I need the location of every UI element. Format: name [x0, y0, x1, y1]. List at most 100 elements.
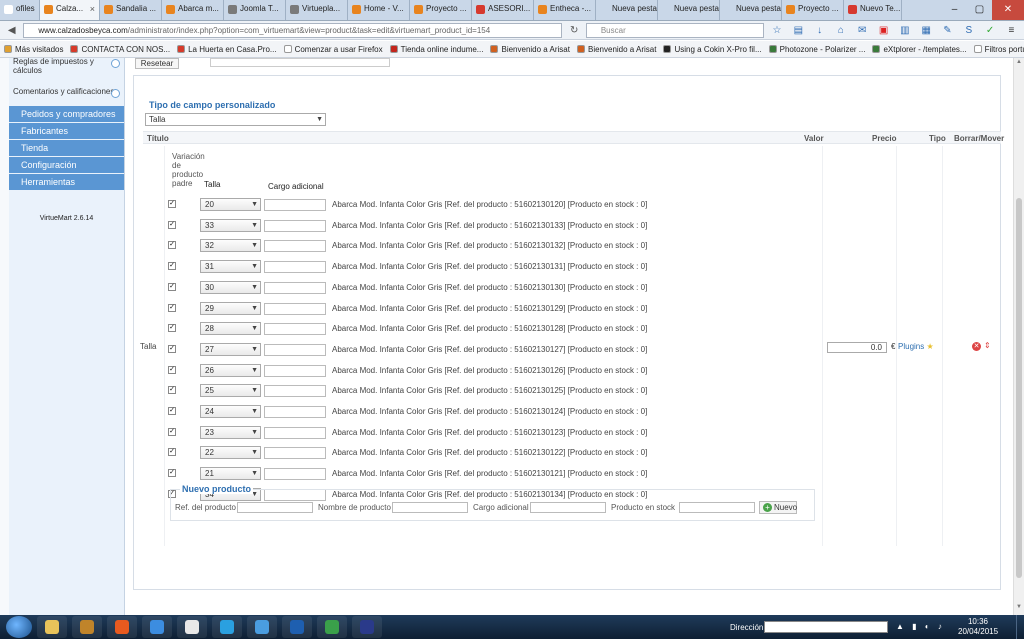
field-type-select[interactable]: Talla ▼: [145, 113, 326, 126]
check-icon[interactable]: ✓: [981, 25, 998, 36]
bookmark-item[interactable]: Tienda online indume...: [389, 45, 483, 54]
taskbar-app[interactable]: [317, 616, 347, 638]
variant-checkbox[interactable]: ✓: [168, 303, 176, 312]
variant-checkbox[interactable]: ✓: [168, 386, 176, 395]
additional-charge-input[interactable]: [264, 364, 326, 377]
browser-tab[interactable]: Sandalia ...: [100, 0, 162, 20]
size-select[interactable]: 22 ▼: [200, 446, 261, 460]
reset-button[interactable]: Resetear: [135, 58, 179, 69]
minimize-button[interactable]: –: [942, 0, 967, 20]
clock[interactable]: 10:36 20/04/2015: [958, 617, 998, 637]
vertical-scrollbar[interactable]: ▲ ▼: [1013, 58, 1024, 615]
browser-tab[interactable]: Nuevo Te...: [844, 0, 902, 20]
variant-checkbox[interactable]: ✓: [168, 407, 176, 415]
variant-checkbox[interactable]: ✓: [168, 324, 176, 333]
bookmark-item[interactable]: Comenzar a usar Firefox: [283, 45, 383, 54]
additional-charge-input[interactable]: [264, 343, 326, 356]
variant-checkbox[interactable]: ✓: [168, 220, 176, 229]
browser-tab[interactable]: Joomla T...: [224, 0, 286, 20]
browser-tab[interactable]: ofiles: [0, 0, 40, 20]
taskbar-app[interactable]: [212, 616, 242, 638]
variant-checkbox[interactable]: ✓: [168, 241, 176, 250]
menu-icon[interactable]: ≡: [1003, 25, 1020, 36]
scrollbar-thumb[interactable]: [1016, 198, 1022, 578]
show-desktop-button[interactable]: [1016, 615, 1024, 639]
maximize-button[interactable]: ▢: [967, 0, 992, 20]
close-window-button[interactable]: ✕: [992, 0, 1024, 20]
additional-charge-input[interactable]: [264, 385, 326, 398]
additional-charge-input[interactable]: [264, 199, 326, 211]
browser-tab[interactable]: Virtuepla...: [286, 0, 348, 20]
variant-checkbox[interactable]: ✓: [168, 282, 176, 291]
new-product-button[interactable]: + Nuevo: [759, 501, 797, 514]
browser-tab[interactable]: Proyecto ...: [410, 0, 472, 20]
additional-charge-input[interactable]: [264, 261, 326, 274]
scroll-down-icon[interactable]: ▼: [1014, 604, 1024, 610]
browser-tab[interactable]: Home - V...: [348, 0, 410, 20]
skype-icon[interactable]: S: [960, 25, 977, 36]
save-icon[interactable]: ▦: [918, 25, 935, 36]
taskbar-app[interactable]: [177, 616, 207, 638]
bookmark-item[interactable]: Photozone - Polarizer ...: [768, 45, 865, 54]
browser-tab[interactable]: ASESORI...: [472, 0, 534, 20]
variant-checkbox[interactable]: ✓: [168, 448, 176, 457]
size-select[interactable]: 27 ▼: [200, 342, 261, 356]
size-select[interactable]: 32 ▼: [200, 239, 261, 253]
additional-charge-input[interactable]: [264, 219, 326, 232]
sidebar-item-manufacturers[interactable]: Fabricantes: [9, 123, 124, 140]
clipboard-icon[interactable]: ▤: [790, 25, 807, 36]
taskbar-app[interactable]: [282, 616, 312, 638]
delete-icon[interactable]: ✕: [972, 342, 981, 351]
bookmark-item[interactable]: CONTACTA CON NOS...: [70, 45, 170, 54]
bookmark-item[interactable]: Más visitados: [4, 45, 63, 54]
bookmark-item[interactable]: Bienvenido a Arisat: [490, 45, 570, 54]
sidebar-item-reviews[interactable]: Comentarios y calificaciones: [9, 85, 124, 98]
variant-checkbox[interactable]: ✓: [168, 262, 176, 271]
taskbar-app[interactable]: [247, 616, 277, 638]
url-bar[interactable]: www.calzadosbeyca.com/administrator/inde…: [23, 22, 563, 38]
variant-checkbox[interactable]: ✓: [168, 469, 176, 478]
reload-icon[interactable]: ↻: [566, 25, 581, 36]
additional-charge-input[interactable]: [264, 447, 326, 460]
additional-charge-input[interactable]: [264, 323, 326, 336]
reset-field[interactable]: [210, 58, 390, 67]
scroll-up-icon[interactable]: ▲: [1014, 59, 1024, 65]
pen-icon[interactable]: ✎: [939, 25, 956, 36]
taskbar-app[interactable]: [142, 616, 172, 638]
sidebar-item-orders[interactable]: Pedidos y compradores: [9, 106, 124, 123]
sidebar-item-shop[interactable]: Tienda: [9, 140, 124, 157]
size-select[interactable]: 26 ▼: [200, 363, 261, 377]
star-icon[interactable]: ☆: [768, 25, 785, 36]
variant-checkbox[interactable]: ✓: [168, 344, 176, 353]
variant-checkbox[interactable]: ✓: [168, 365, 176, 374]
bookmark-item[interactable]: Bienvenido a Arisat: [576, 45, 656, 54]
search-input[interactable]: Buscar: [585, 22, 765, 38]
back-icon[interactable]: ◀: [4, 25, 19, 36]
stock-input[interactable]: [679, 502, 755, 513]
size-select[interactable]: 23 ▼: [200, 425, 261, 439]
size-select[interactable]: 21 ▼: [200, 467, 261, 481]
start-button[interactable]: [6, 616, 32, 638]
bookmark-item[interactable]: Using a Cokin X-Pro fil...: [663, 45, 762, 54]
additional-charge-input[interactable]: [264, 426, 326, 439]
addon-icon[interactable]: ▣: [875, 25, 892, 36]
name-input[interactable]: [392, 502, 468, 513]
browser-tab[interactable]: Nueva pestaña: [596, 0, 658, 20]
move-icon[interactable]: ⇕: [984, 341, 991, 350]
cargo-input[interactable]: [530, 502, 606, 513]
taskbar-app[interactable]: [352, 616, 382, 638]
size-select[interactable]: 28 ▼: [200, 322, 261, 336]
additional-charge-input[interactable]: [264, 468, 326, 481]
additional-charge-input[interactable]: [264, 281, 326, 294]
taskbar-app[interactable]: [37, 616, 67, 638]
bookmark-icon[interactable]: ▥: [896, 25, 913, 36]
size-select[interactable]: 24 ▼: [200, 405, 261, 418]
size-select[interactable]: 25 ▼: [200, 384, 261, 398]
sidebar-item-tax-rules[interactable]: Reglas de impuestos y cálculos: [9, 55, 124, 77]
close-tab-icon[interactable]: ×: [90, 4, 95, 14]
bookmark-item[interactable]: eXtplorer - /templates...: [872, 45, 967, 54]
additional-charge-input[interactable]: [264, 240, 326, 253]
download-icon[interactable]: ↓: [811, 25, 828, 36]
browser-tab[interactable]: Proyecto ...: [782, 0, 844, 20]
additional-charge-input[interactable]: [264, 302, 326, 315]
